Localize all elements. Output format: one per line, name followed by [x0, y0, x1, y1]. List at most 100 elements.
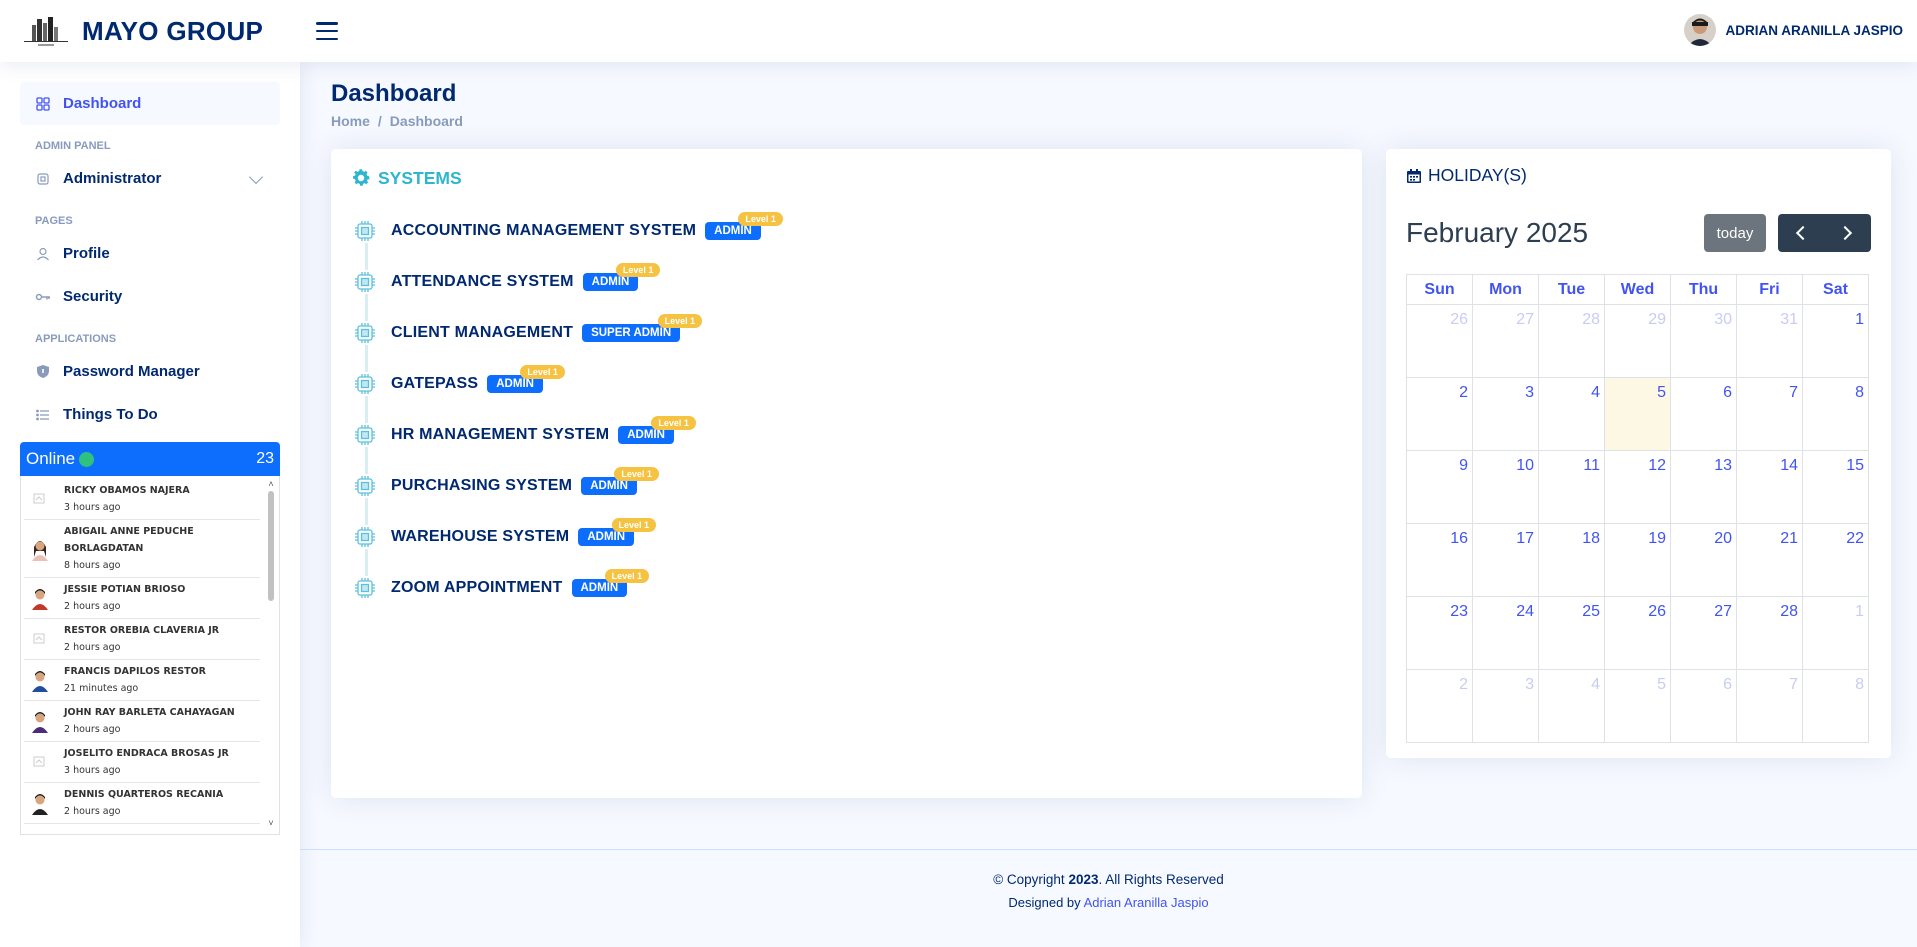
online-user-row[interactable]: FRANCIS DAPILOS RESTOR 21 minutes ago — [24, 660, 260, 701]
system-item[interactable]: ATTENDANCE SYSTEM ADMIN Level 1 — [350, 256, 1343, 307]
calendar-day[interactable]: 27 — [1472, 304, 1539, 378]
system-item[interactable]: GATEPASS ADMIN Level 1 — [350, 358, 1343, 409]
online-users-list[interactable]: RICKY OBAMOS NAJERA 3 hours ago ABIGAIL AN… — [20, 476, 280, 835]
calendar-day[interactable]: 4 — [1538, 669, 1605, 743]
calendar-day[interactable]: 26 — [1406, 304, 1473, 378]
calendar-day[interactable]: 8 — [1802, 377, 1869, 451]
system-item[interactable]: PURCHASING SYSTEM ADMIN Level 1 — [350, 460, 1343, 511]
sidebar-toggle-icon[interactable] — [315, 19, 339, 43]
next-month-button[interactable] — [1824, 214, 1870, 252]
system-name[interactable]: WAREHOUSE SYSTEM — [391, 528, 569, 546]
online-user-row[interactable]: JESSIE POTIAN BRIOSO 2 hours ago — [24, 578, 260, 619]
calendar-day[interactable]: 15 — [1802, 450, 1869, 524]
shield-icon — [35, 364, 51, 380]
sidebar-item-things-to-do[interactable]: Things To Do — [20, 393, 280, 436]
calendar-day[interactable]: 4 — [1538, 377, 1605, 451]
calendar-day[interactable]: 3 — [1472, 669, 1539, 743]
scroll-thumb[interactable] — [268, 491, 274, 601]
system-name[interactable]: ATTENDANCE SYSTEM — [391, 273, 574, 291]
day-number: 28 — [1780, 603, 1798, 620]
calendar-day[interactable]: 7 — [1736, 669, 1803, 743]
calendar-day[interactable]: 30 — [1670, 304, 1737, 378]
calendar-day[interactable]: 24 — [1472, 596, 1539, 670]
day-number: 18 — [1582, 530, 1600, 547]
chevron-down-icon[interactable] — [248, 169, 264, 184]
sidebar-item-dashboard[interactable]: Dashboard — [20, 82, 280, 125]
calendar-day[interactable]: 7 — [1736, 377, 1803, 451]
calendar-day[interactable]: 10 — [1472, 450, 1539, 524]
calendar-day[interactable]: 1 — [1802, 304, 1869, 378]
online-user-row[interactable]: ABIGAIL ANNE PEDUCHE BORLAGDATAN 8 hours … — [24, 520, 260, 578]
calendar-day[interactable]: 28 — [1538, 304, 1605, 378]
system-item[interactable]: ACCOUNTING MANAGEMENT SYSTEM ADMIN Level 1 — [350, 205, 1343, 256]
calendar-day[interactable]: 6 — [1670, 377, 1737, 451]
calendar-day[interactable]: 3 — [1472, 377, 1539, 451]
system-item[interactable]: ZOOM APPOINTMENT ADMIN Level 1 — [350, 562, 1343, 613]
system-name[interactable]: HR MANAGEMENT SYSTEM — [391, 426, 609, 444]
scroll-down-arrow-icon[interactable]: ˅ — [266, 818, 276, 828]
calendar-day[interactable]: 19 — [1604, 523, 1671, 597]
day-number: 24 — [1516, 603, 1534, 620]
breadcrumb-home[interactable]: Home — [331, 113, 370, 129]
key-icon — [35, 289, 51, 305]
calendar-day[interactable]: 21 — [1736, 523, 1803, 597]
brand-logo[interactable]: MAYO GROUP — [20, 13, 300, 49]
calendar-day-today[interactable]: 5 — [1604, 377, 1671, 451]
calendar-week-row: 9 10 11 12 13 14 15 — [1406, 450, 1869, 524]
calendar-day[interactable]: 2 — [1406, 669, 1473, 743]
calendar-day[interactable]: 25 — [1538, 596, 1605, 670]
calendar-day[interactable]: 17 — [1472, 523, 1539, 597]
calendar-day[interactable]: 9 — [1406, 450, 1473, 524]
calendar-day[interactable]: 11 — [1538, 450, 1605, 524]
profile-menu[interactable]: ADRIAN ARANILLA JASPIO — [1684, 14, 1903, 46]
scroll-up-arrow-icon[interactable]: ˄ — [266, 479, 276, 489]
prev-month-button[interactable] — [1778, 214, 1824, 252]
calendar-day[interactable]: 20 — [1670, 523, 1737, 597]
role-badge-wrap: ADMIN Level 1 — [582, 263, 661, 291]
online-user-row[interactable]: DENNIS QUARTEROS RECANIA 2 hours ago — [24, 783, 260, 824]
calendar-toolbar: February 2025 today — [1406, 214, 1871, 252]
calendar-day[interactable]: 27 — [1670, 596, 1737, 670]
calendar-day[interactable]: 12 — [1604, 450, 1671, 524]
system-name[interactable]: ZOOM APPOINTMENT — [391, 579, 563, 597]
today-button[interactable]: today — [1704, 214, 1766, 252]
calendar-day[interactable]: 13 — [1670, 450, 1737, 524]
sidebar-item-administrator[interactable]: Administrator — [20, 157, 280, 200]
calendar-day[interactable]: 18 — [1538, 523, 1605, 597]
online-status-dot — [79, 451, 95, 467]
calendar-day[interactable]: 28 — [1736, 596, 1803, 670]
system-name[interactable]: PURCHASING SYSTEM — [391, 477, 572, 495]
day-number: 16 — [1450, 530, 1468, 547]
system-name[interactable]: ACCOUNTING MANAGEMENT SYSTEM — [391, 222, 696, 240]
system-item[interactable]: CLIENT MANAGEMENT SUPER ADMIN Level 1 — [350, 307, 1343, 358]
system-name[interactable]: CLIENT MANAGEMENT — [391, 324, 573, 342]
sidebar-item-label: Dashboard — [63, 95, 142, 112]
calendar-day[interactable]: 14 — [1736, 450, 1803, 524]
calendar-day[interactable]: 16 — [1406, 523, 1473, 597]
calendar-day[interactable]: 23 — [1406, 596, 1473, 670]
online-user-row[interactable]: RICKY OBAMOS NAJERA 3 hours ago — [24, 479, 260, 520]
calendar-day[interactable]: 29 — [1604, 304, 1671, 378]
role-badge-wrap: ADMIN Level 1 — [487, 365, 565, 393]
sidebar-item-security[interactable]: Security — [20, 275, 280, 318]
calendar-day[interactable]: 2 — [1406, 377, 1473, 451]
online-user-row[interactable]: JOSELITO ENDRACA BROSAS JR 3 hours ago — [24, 742, 260, 783]
calendar-day[interactable]: 8 — [1802, 669, 1869, 743]
sidebar-item-profile[interactable]: Profile — [20, 232, 280, 275]
calendar-day[interactable]: 22 — [1802, 523, 1869, 597]
calendar-day[interactable]: 6 — [1670, 669, 1737, 743]
scrollbar[interactable]: ˄ ˅ — [266, 479, 276, 828]
system-item[interactable]: HR MANAGEMENT SYSTEM ADMIN Level 1 — [350, 409, 1343, 460]
calendar-day[interactable]: 26 — [1604, 596, 1671, 670]
online-user-row[interactable]: JOHN RAY BARLETA CAHAYAGAN 2 hours ago — [24, 701, 260, 742]
sidebar-item-password-manager[interactable]: Password Manager — [20, 350, 280, 393]
calendar-day[interactable]: 31 — [1736, 304, 1803, 378]
day-number: 5 — [1657, 676, 1666, 693]
designer-link[interactable]: Adrian Aranilla Jaspio — [1084, 895, 1209, 910]
online-user-row[interactable]: RESTOR OREBIA CLAVERIA JR 2 hours ago — [24, 619, 260, 660]
role-badge-wrap: ADMIN Level 1 — [705, 212, 783, 240]
system-name[interactable]: GATEPASS — [391, 375, 478, 393]
system-item[interactable]: WAREHOUSE SYSTEM ADMIN Level 1 — [350, 511, 1343, 562]
calendar-day[interactable]: 1 — [1802, 596, 1869, 670]
calendar-day[interactable]: 5 — [1604, 669, 1671, 743]
